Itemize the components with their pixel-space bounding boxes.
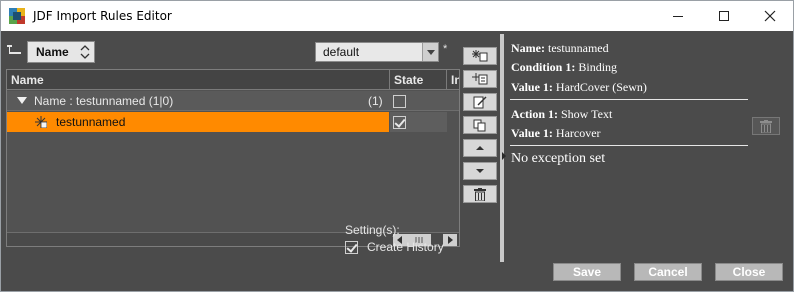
window-title: JDF Import Rules Editor [33, 9, 172, 23]
dialog-content: Name default * Name State In Name: test… [1, 31, 793, 291]
sort-field-value: Name [36, 45, 69, 59]
divider [510, 145, 748, 146]
edit-icon [473, 96, 487, 108]
column-header-name[interactable]: Name [7, 70, 390, 90]
exception-text: No exception set [511, 151, 606, 166]
create-history-label: Create History [367, 240, 444, 254]
rules-table: Name State In Name : testunnamed (1|0) (… [6, 69, 460, 247]
copy-rule-button[interactable] [463, 116, 497, 134]
column-header-state[interactable]: State [390, 70, 447, 90]
edit-rule-button[interactable] [463, 93, 497, 111]
tree-view-icon[interactable] [7, 45, 21, 55]
maximize-button[interactable] [701, 1, 747, 31]
settings-label: Setting(s): [345, 223, 400, 237]
group-label: Name : testunnamed (1|0) [34, 94, 174, 108]
profile-select[interactable]: default [315, 42, 439, 62]
move-down-button[interactable] [463, 162, 497, 180]
pane-splitter[interactable] [500, 34, 504, 262]
close-window-button[interactable] [747, 1, 793, 31]
arrow-down-icon [476, 169, 484, 173]
profile-value: default [323, 45, 360, 59]
rule-state-checkbox[interactable] [393, 116, 406, 129]
detail-name: Name: testunnamed [511, 41, 609, 55]
create-history-checkbox[interactable] [345, 241, 358, 254]
arrow-right-icon [448, 236, 453, 244]
title-bar: JDF Import Rules Editor [1, 1, 793, 31]
copy-icon [473, 119, 486, 131]
delete-action-button[interactable] [752, 117, 780, 135]
delete-rule-button[interactable] [463, 185, 497, 203]
app-icon [9, 8, 25, 24]
minimize-icon [673, 16, 683, 17]
detail-condition-1: Condition 1: Binding [511, 60, 618, 74]
profile-dropdown-button[interactable] [422, 43, 438, 61]
modified-marker: * [443, 43, 448, 55]
rule-state-cell [390, 112, 447, 132]
table-row[interactable]: testunnamed [7, 112, 459, 132]
close-button[interactable]: Close [715, 263, 783, 281]
table-group-row[interactable]: Name : testunnamed (1|0) (1) [7, 91, 459, 111]
table-header: Name State In [7, 70, 459, 90]
rule-name: testunnamed [56, 115, 126, 129]
cancel-button[interactable]: Cancel [634, 263, 702, 281]
maximize-icon [719, 11, 729, 21]
rule-name-cell[interactable]: testunnamed [7, 112, 389, 132]
rule-details-pane: Name: testunnamed Condition 1: Binding V… [506, 31, 793, 263]
divider [510, 99, 748, 100]
save-button[interactable]: Save [553, 263, 621, 281]
detail-condition-value-1: Value 1: HardCover (Sewn) [511, 80, 647, 94]
add-sub-rule-button[interactable] [463, 70, 497, 88]
add-subrule-icon [472, 73, 488, 85]
add-rule-icon [472, 50, 488, 62]
jdf-import-rules-editor-window: JDF Import Rules Editor Name default * N… [0, 0, 794, 292]
chevron-down-icon [427, 50, 435, 55]
rule-icon [35, 116, 47, 128]
trash-icon [760, 119, 772, 133]
detail-action-1: Action 1: Show Text [511, 107, 613, 121]
move-up-button[interactable] [463, 139, 497, 157]
arrow-up-icon [476, 146, 484, 150]
scroll-right-button[interactable] [443, 234, 457, 246]
sort-field-select[interactable]: Name [27, 41, 95, 63]
group-count: (1) [368, 94, 383, 108]
trash-icon [474, 187, 486, 201]
group-state-checkbox[interactable] [393, 95, 406, 108]
add-rule-button[interactable] [463, 47, 497, 65]
expand-triangle-icon[interactable] [17, 97, 27, 105]
rules-pane: Name default * Name State In Name: test… [1, 31, 460, 263]
detail-action-value-1: Value 1: Harcover [511, 126, 601, 140]
sort-updown-icon [80, 45, 90, 59]
minimize-button[interactable] [655, 1, 701, 31]
column-header-in[interactable]: In [447, 70, 459, 90]
close-icon [764, 10, 776, 22]
